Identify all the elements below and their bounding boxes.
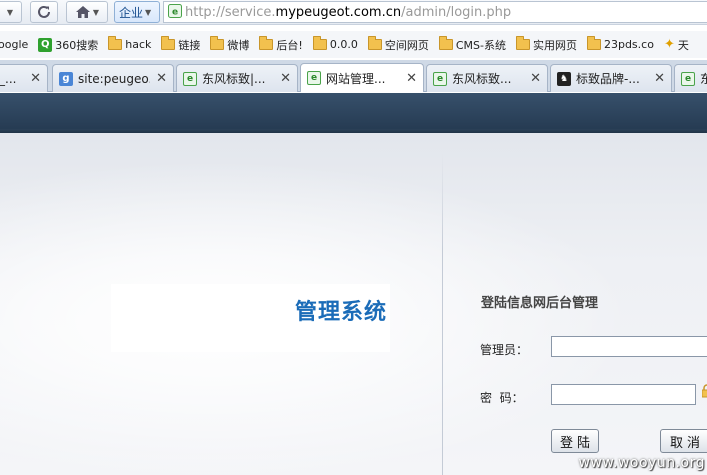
tab-4[interactable]: e 东风标致... ✕ xyxy=(426,64,548,92)
bookmarks-bar: oogle Q 360搜索 hack 链接 微博 后台! 0.0.0 空间网页 … xyxy=(0,31,707,58)
refresh-button[interactable] xyxy=(30,1,58,23)
login-button[interactable]: 登陆 xyxy=(551,429,599,453)
username-label: 管理员： xyxy=(480,343,529,357)
svg-text:e: e xyxy=(172,7,178,17)
bookmark-folder-cms[interactable]: CMS-系统 xyxy=(438,36,506,53)
tab-label: site:peugeo... xyxy=(78,71,150,86)
folder-icon xyxy=(259,36,274,50)
folder-icon xyxy=(515,36,530,50)
ie-page-icon: e xyxy=(307,71,321,85)
address-bar[interactable]: e http://service. mypeugeot.com.cn/admin/… xyxy=(163,1,707,23)
tab-6[interactable]: e 东 xyxy=(674,64,707,92)
folder-icon xyxy=(312,36,327,50)
header-banner xyxy=(0,93,707,133)
peugeot-icon: ♞ xyxy=(557,71,571,86)
bookmark-folder-000[interactable]: 0.0.0 xyxy=(312,36,358,51)
bookmark-label: 后台! xyxy=(276,38,303,52)
bookmark-tian[interactable]: ✦ 天 xyxy=(664,37,689,53)
tab-label: 东 xyxy=(700,70,707,87)
360-search-icon: Q xyxy=(38,37,53,52)
username-input[interactable] xyxy=(551,336,707,357)
login-form-title: 登陆信息网后台管理 xyxy=(481,296,599,311)
folder-icon xyxy=(438,36,453,50)
folder-icon xyxy=(210,36,225,50)
lock-icon xyxy=(702,384,707,398)
refresh-icon xyxy=(38,5,50,18)
close-icon[interactable]: ✕ xyxy=(530,71,541,86)
chevron-down-icon: ▼ xyxy=(6,7,14,17)
bookmark-label: CMS-系统 xyxy=(455,38,506,52)
bookmark-folder-backend[interactable]: 后台! xyxy=(259,36,303,53)
watermark: www.wooyun.org xyxy=(578,455,705,471)
folder-icon xyxy=(367,36,382,50)
star-icon: ✦ xyxy=(663,37,675,52)
google-icon: g xyxy=(59,71,73,86)
home-icon xyxy=(75,6,90,18)
tab-label: 网站管理... xyxy=(326,71,386,86)
bookmark-label: 0.0.0 xyxy=(329,38,358,51)
bookmark-label: 360搜索 xyxy=(55,38,99,52)
close-icon[interactable]: ✕ xyxy=(280,71,291,86)
close-icon[interactable]: ✕ xyxy=(156,71,167,86)
url-path: /admin/login.php xyxy=(401,4,512,20)
tab-1[interactable]: g site:peugeo... ✕ xyxy=(52,64,174,92)
close-icon[interactable]: ✕ xyxy=(406,71,417,86)
bookmark-label: 链接 xyxy=(178,38,201,52)
bookmark-folder-links[interactable]: 链接 xyxy=(161,36,201,53)
ie-page-icon: e xyxy=(433,71,447,86)
bookmark-folder-weibo[interactable]: 微博 xyxy=(210,36,250,53)
enterprise-label: 企业 xyxy=(119,5,144,20)
bookmark-label: 实用网页 xyxy=(532,38,577,52)
enterprise-menu-button[interactable]: 企业 ▼ xyxy=(114,1,160,23)
tab-0[interactable]: _... ✕ xyxy=(0,64,48,92)
bookmark-google[interactable]: oogle xyxy=(0,38,28,51)
tab-label: 东风标致|... xyxy=(202,72,266,86)
ie-page-icon: e xyxy=(681,71,695,86)
password-label: 密 码： xyxy=(480,391,524,405)
bookmark-label: oogle xyxy=(0,38,29,51)
cancel-button[interactable]: 取消 xyxy=(660,429,707,453)
tab-label: _... xyxy=(0,71,17,86)
ie-page-icon: e xyxy=(183,71,197,86)
bookmark-folder-space-pages[interactable]: 空间网页 xyxy=(367,36,429,53)
bookmark-folder-23pds[interactable]: 23pds.co xyxy=(586,36,654,51)
chevron-down-icon: ▼ xyxy=(145,7,152,17)
page-favicon-icon: e xyxy=(168,3,182,21)
bookmark-label: 23pds.co xyxy=(603,38,654,51)
bookmark-folder-useful[interactable]: 实用网页 xyxy=(515,36,577,53)
bookmark-360-search[interactable]: Q 360搜索 xyxy=(38,37,98,53)
forward-dropdown-button[interactable]: ▼ xyxy=(0,1,22,23)
tab-5[interactable]: ♞ 标致品牌-... ✕ xyxy=(550,64,672,92)
tab-3-active[interactable]: e 网站管理... ✕ xyxy=(300,63,424,92)
tab-label: 东风标致... xyxy=(452,72,512,86)
panel-divider xyxy=(442,153,443,475)
folder-icon xyxy=(586,36,601,50)
tab-bar: _... ✕ g site:peugeo... ✕ e 东风标致|... ✕ e… xyxy=(0,60,707,92)
bookmark-folder-hack[interactable]: hack xyxy=(108,36,152,51)
url-scheme-subdomain: http://service. xyxy=(185,4,276,20)
system-logo-box: 管理系统 xyxy=(111,284,390,352)
folder-icon xyxy=(108,36,123,50)
bookmark-label: hack xyxy=(125,38,152,51)
chevron-down-icon: ▼ xyxy=(92,7,100,17)
home-button[interactable]: ▼ xyxy=(66,1,108,23)
browser-toolbar: ▼ ▼ 企业 ▼ e http://service. mypeugeot.com.… xyxy=(0,0,707,25)
tab-2[interactable]: e 东风标致|... ✕ xyxy=(176,64,298,92)
folder-icon xyxy=(161,36,176,50)
close-icon[interactable]: ✕ xyxy=(30,71,41,86)
bookmark-label: 天 xyxy=(677,38,689,52)
tab-label: 标致品牌-... xyxy=(576,72,640,86)
close-icon[interactable]: ✕ xyxy=(654,71,665,86)
bookmark-label: 微博 xyxy=(227,38,250,52)
system-title: 管理系统 xyxy=(294,300,387,325)
password-input[interactable] xyxy=(551,384,696,405)
bookmark-label: 空间网页 xyxy=(384,38,429,52)
login-page: 管理系统 登陆信息网后台管理 管理员： 密 码： 登陆 取消 www.wooyu… xyxy=(0,93,707,475)
url-domain: mypeugeot.com.cn xyxy=(275,4,402,20)
